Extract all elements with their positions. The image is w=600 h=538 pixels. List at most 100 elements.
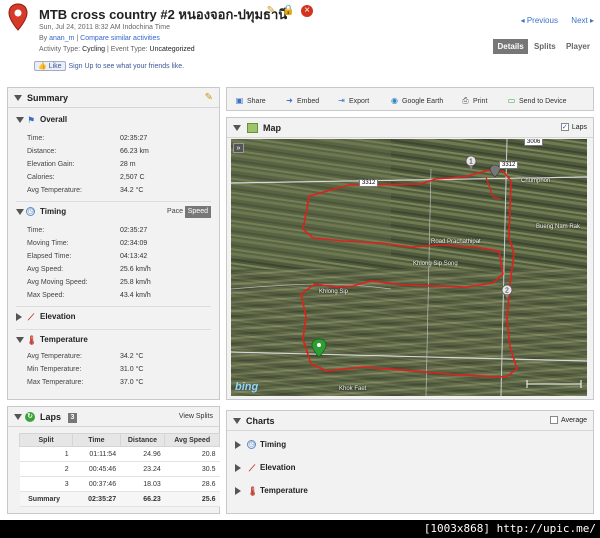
- globe-icon: ◉: [391, 96, 398, 105]
- road-label-3006: 3006: [524, 139, 544, 146]
- laps-header-row: Split Time Distance Avg Speed: [18, 433, 220, 447]
- laps-icon: ↻: [25, 412, 35, 422]
- facebook-like-widget: 👍 Like Sign Up to see what your friends l…: [34, 61, 184, 71]
- laps-panel: ↻ Laps 3 View Splits Split Time Distance…: [7, 406, 220, 514]
- activity-datetime: Sun, Jul 24, 2011 8:32 AM Indochina Time: [39, 24, 171, 31]
- collapse-caret-icon[interactable]: [233, 125, 241, 131]
- column-header[interactable]: Split: [18, 433, 74, 447]
- facebook-like-button[interactable]: 👍 Like: [34, 61, 66, 71]
- column-header[interactable]: Avg Speed: [164, 433, 220, 447]
- view-splits-link[interactable]: View Splits: [179, 407, 213, 427]
- tab-player[interactable]: Player: [562, 39, 594, 54]
- tab-details[interactable]: Details: [493, 39, 528, 54]
- meta-separator: |: [76, 35, 79, 42]
- facebook-thumb-icon: 👍: [38, 63, 47, 70]
- temperature-section-header[interactable]: 🌡 Temperature: [16, 333, 211, 347]
- table-row[interactable]: 3 00:37:46 18.03 28.6: [19, 476, 220, 492]
- map-place-label: Khlong Sip Song: [413, 261, 458, 267]
- stat-row: Avg Temperature: 34.2 °C: [27, 353, 144, 360]
- stat-row: Min Temperature: 31.0 °C: [27, 366, 144, 373]
- lock-icon[interactable]: 🔒: [282, 5, 294, 17]
- map-place-label: Khok Faet: [339, 386, 367, 392]
- edit-pencil-icon[interactable]: ✎: [265, 5, 277, 17]
- checkbox-icon[interactable]: [550, 416, 559, 425]
- delete-icon[interactable]: ×: [301, 5, 313, 17]
- activity-meta: Sun, Jul 24, 2011 8:32 AM Indochina Time…: [39, 22, 195, 55]
- event-type-label: Event Type:: [110, 46, 148, 53]
- activity-type-value: Cycling: [82, 46, 106, 53]
- elevation-section-header[interactable]: ⟋ Elevation: [16, 310, 211, 324]
- collapse-caret-icon[interactable]: [14, 95, 22, 101]
- chart-item-temperature[interactable]: 🌡 Temperature: [235, 484, 308, 498]
- temperature-stats: Avg Temperature: 34.2 °C Min Temperature:…: [27, 350, 182, 389]
- stat-row: Calories: 2,507 C: [27, 174, 145, 181]
- expand-caret-icon[interactable]: [235, 487, 241, 495]
- embed-button[interactable]: ➜ Embed: [285, 96, 319, 105]
- chart-item-timing[interactable]: ◷ Timing: [235, 438, 286, 452]
- view-tabs: Details Splits Player: [493, 39, 594, 54]
- edit-pencil-icon[interactable]: ✎: [205, 88, 213, 108]
- tab-splits[interactable]: Splits: [530, 39, 560, 54]
- satellite-map[interactable]: 1 2 » 3312 3312 3006 Chumphon Bueng Nam …: [231, 139, 587, 396]
- stat-row: Elapsed Time: 04:13:42: [27, 253, 148, 260]
- collapse-caret-icon[interactable]: [16, 117, 24, 123]
- road-label-3312: 3312: [499, 161, 519, 169]
- table-row[interactable]: 1 01:11:54 24.96 20.8: [19, 446, 220, 462]
- checkbox-checked-icon[interactable]: ✓: [560, 123, 569, 132]
- timing-section-header[interactable]: ◷ Timing Pace Speed: [16, 205, 211, 219]
- map-place-label: Khlong Sip: [319, 289, 349, 295]
- average-checkbox[interactable]: Average: [550, 411, 587, 431]
- expand-caret-icon[interactable]: [235, 441, 241, 449]
- overall-section-header[interactable]: ⚑ Overall: [16, 113, 211, 127]
- clock-icon: ◷: [26, 207, 35, 216]
- previous-link[interactable]: ◂ Previous: [521, 16, 558, 25]
- author-link[interactable]: anan_m: [49, 35, 74, 42]
- overall-stats: Time: 02:35:27 Distance: 66.23 km Elevatio…: [27, 132, 182, 197]
- elevation-icon: ⟋: [27, 312, 35, 322]
- collapse-caret-icon[interactable]: [14, 414, 22, 420]
- elevation-section: ⟋ Elevation: [16, 310, 211, 324]
- map-header[interactable]: Map ✓ Laps: [227, 118, 593, 138]
- expand-caret-icon[interactable]: [235, 464, 241, 472]
- facebook-signup-text[interactable]: Sign Up to see what your friends like.: [69, 63, 185, 70]
- summary-row: Summary 02:35:27 66.23 25.6: [19, 491, 220, 507]
- speed-toggle[interactable]: Speed: [184, 206, 211, 218]
- map-place-label: Road Prachathipat: [431, 239, 481, 245]
- expand-caret-icon[interactable]: [16, 313, 22, 321]
- send-to-device-button[interactable]: ▭ Send to Device: [507, 96, 567, 105]
- share-button[interactable]: ▣ Share: [235, 96, 266, 105]
- laps-header[interactable]: ↻ Laps 3 View Splits: [8, 407, 219, 427]
- summary-header[interactable]: Summary ✎: [8, 88, 219, 108]
- chevron-left-icon: ◂: [520, 16, 525, 25]
- flag-icon: ⚑: [26, 115, 36, 125]
- export-button[interactable]: ⇥ Export: [337, 96, 369, 105]
- compare-similar-link[interactable]: Compare similar activities: [80, 35, 160, 42]
- collapse-caret-icon[interactable]: [16, 337, 24, 343]
- section-divider: [16, 306, 211, 307]
- column-header[interactable]: Distance: [119, 433, 166, 447]
- table-row[interactable]: 2 00:45:46 23.24 30.5: [19, 461, 220, 477]
- laps-table: Split Time Distance Avg Speed 1 01:11:54…: [18, 433, 220, 507]
- collapse-caret-icon[interactable]: [233, 418, 241, 424]
- thermometer-icon: 🌡: [247, 486, 259, 496]
- stat-row: Avg Moving Speed: 25.8 km/h: [27, 279, 151, 286]
- collapse-caret-icon[interactable]: [16, 209, 24, 215]
- next-link[interactable]: Next ▸: [571, 16, 594, 25]
- elevation-icon: ⟋: [248, 463, 256, 473]
- map-expand-icon[interactable]: »: [233, 143, 244, 153]
- pace-toggle[interactable]: Pace: [167, 205, 183, 219]
- timing-stats: Time: 02:35:27 Moving Time: 02:34:09 Elaps…: [27, 224, 182, 302]
- embed-icon: ➜: [286, 96, 293, 105]
- activity-type-label: Activity Type:: [39, 46, 81, 53]
- charts-panel: Charts Average ◷ Timing ⟋ Elevation 🌡 Te…: [226, 410, 594, 514]
- google-earth-button[interactable]: ◉ Google Earth: [390, 96, 443, 105]
- column-header[interactable]: Time: [72, 433, 121, 447]
- stat-row: Time: 02:35:27: [27, 135, 148, 142]
- temperature-section: 🌡 Temperature: [16, 333, 211, 347]
- timing-section: ◷ Timing Pace Speed: [16, 205, 211, 219]
- laps-checkbox[interactable]: ✓ Laps: [560, 118, 587, 138]
- charts-header[interactable]: Charts Average: [227, 411, 593, 431]
- print-button[interactable]: ⎙ Print: [461, 96, 487, 105]
- chart-item-elevation[interactable]: ⟋ Elevation: [235, 461, 296, 475]
- map-icon: [247, 123, 258, 133]
